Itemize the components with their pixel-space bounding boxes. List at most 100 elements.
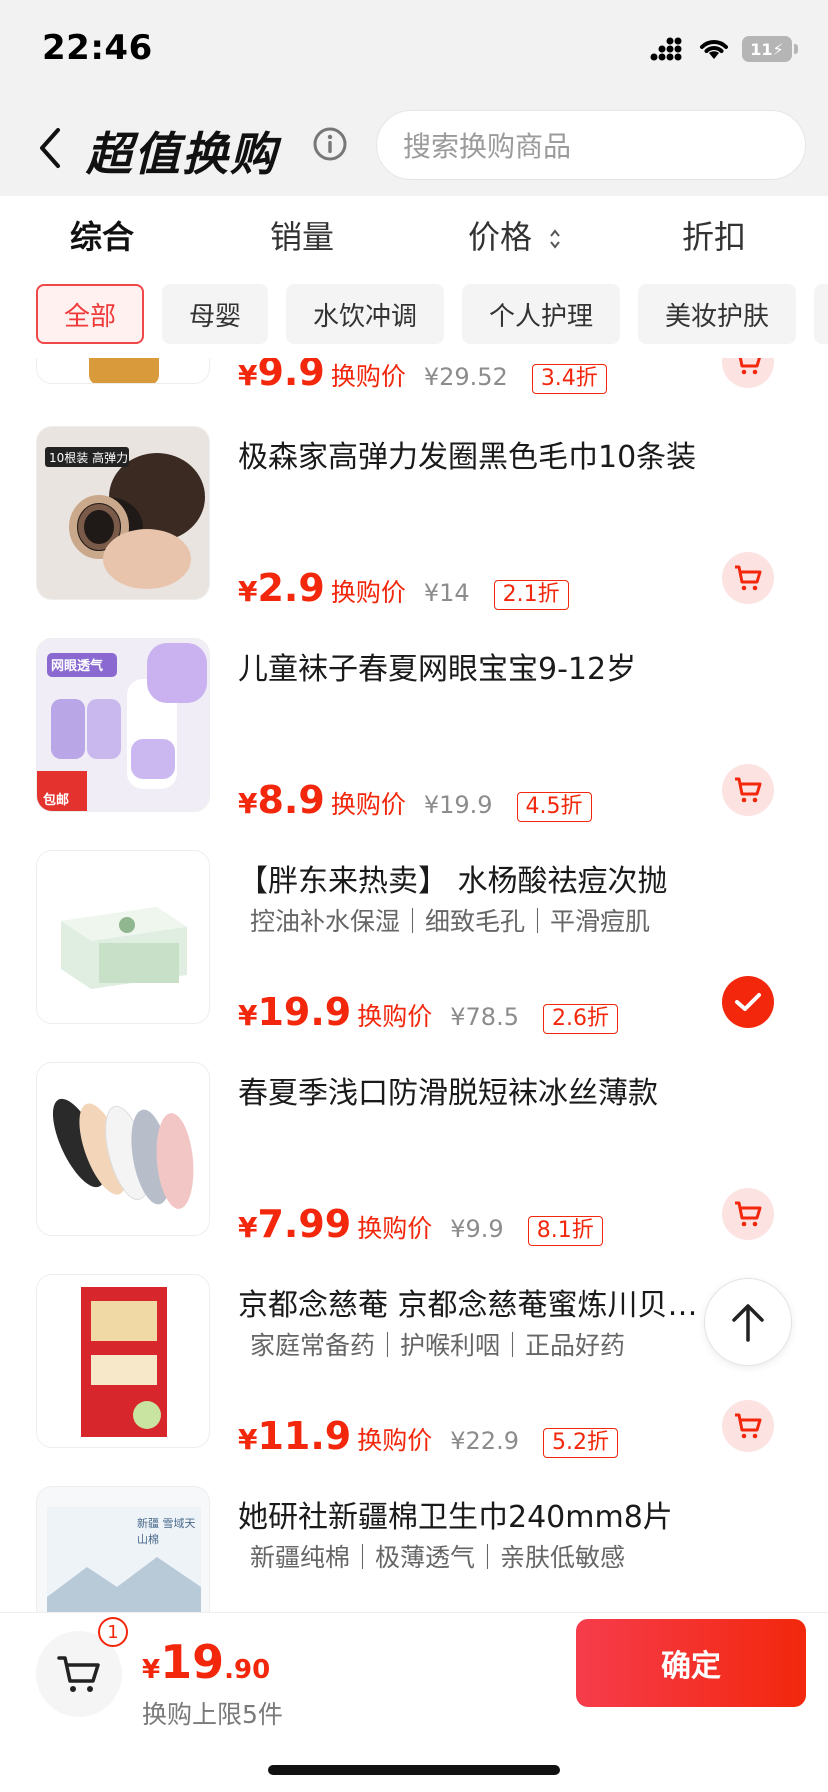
price-row: ¥ 8.9 换购价 ¥19.9 4.5折 xyxy=(238,778,592,822)
product-tags: 控油补水保湿｜细致毛孔｜平滑痘肌 xyxy=(250,907,651,936)
signal-icon xyxy=(650,37,682,61)
original-price: ¥19.9 xyxy=(423,791,493,819)
total-price: ¥ 19 .90 xyxy=(142,1635,270,1689)
price-currency: ¥ xyxy=(238,787,258,820)
price-row: ¥ 2.9 换购价 ¥14 2.1折 xyxy=(238,566,569,610)
exchange-limit-text: 换购上限5件 xyxy=(142,1700,283,1729)
check-icon xyxy=(735,993,761,1011)
status-time: 22:46 xyxy=(42,28,153,68)
chip-all[interactable]: 全部 xyxy=(36,284,144,344)
product-name: 儿童袜子春夏网眼宝宝9-12岁 xyxy=(238,652,637,687)
product-item[interactable]: 10根装 高弹力 极森家高弹力发圈黑色毛巾10条装 ¥ 2.9 换购价 ¥14 … xyxy=(0,426,828,638)
status-icons: 11 ⚡ xyxy=(650,36,798,62)
chip-personal-care[interactable]: 个人护理 xyxy=(462,284,620,344)
product-image-label: 新疆 雪域天山棉 xyxy=(137,1517,196,1546)
price-currency: ¥ xyxy=(238,359,258,392)
price-currency: ¥ xyxy=(238,1211,258,1244)
page-title: 超值换购 xyxy=(86,127,278,181)
product-image xyxy=(36,1062,210,1236)
product-image xyxy=(36,850,210,1024)
product-tags: 新疆纯棉｜极薄透气｜亲肤低敏感 xyxy=(250,1543,626,1572)
product-list: ¥ 9.9 换购价 ¥29.52 3.4折 10根装 高弹力 极森家高弹力发圈黑… xyxy=(0,358,828,1612)
info-icon[interactable] xyxy=(312,126,348,162)
discount-badge: 3.4折 xyxy=(531,364,607,394)
price-currency: ¥ xyxy=(238,1423,258,1456)
price-suffix: 换购价 xyxy=(330,578,406,607)
original-price: ¥78.5 xyxy=(450,1003,519,1031)
price-row: ¥ 7.99 换购价 ¥9.9 8.1折 xyxy=(238,1202,603,1246)
total-decimal: .90 xyxy=(224,1655,271,1685)
product-image: 10根装 高弹力 xyxy=(36,426,210,600)
tab-price[interactable]: 价格 xyxy=(468,212,562,258)
add-to-cart-button[interactable] xyxy=(722,1400,774,1452)
product-item[interactable]: 春夏季浅口防滑脱短袜冰丝薄款 ¥ 7.99 换购价 ¥9.9 8.1折 xyxy=(0,1062,828,1274)
total-integer: 19 xyxy=(160,1635,225,1689)
battery-level: 11 xyxy=(750,39,773,59)
cart-icon xyxy=(735,565,762,591)
product-image-label: 网眼透气 xyxy=(51,659,104,674)
exchange-price: 7.99 xyxy=(257,1202,352,1246)
exchange-price: 11.9 xyxy=(257,1414,352,1458)
price-suffix: 换购价 xyxy=(357,1214,433,1243)
tab-discount[interactable]: 折扣 xyxy=(682,212,746,258)
chip-mother-baby[interactable]: 母婴 xyxy=(162,284,268,344)
discount-badge: 2.1折 xyxy=(493,580,569,610)
discount-badge: 2.6折 xyxy=(542,1004,618,1034)
tab-sales[interactable]: 销量 xyxy=(270,212,334,258)
arrow-up-icon xyxy=(732,1304,764,1342)
product-image: 新疆 雪域天山棉 xyxy=(36,1486,210,1612)
price-suffix: 换购价 xyxy=(330,362,406,391)
product-item[interactable]: 新疆 雪域天山棉 她研社新疆棉卫生巾240mm8片 新疆纯棉｜极薄透气｜亲肤低敏… xyxy=(0,1486,828,1612)
product-name: 春夏季浅口防滑脱短袜冰丝薄款 xyxy=(238,1076,658,1111)
product-name: 极森家高弹力发圈黑色毛巾10条装 xyxy=(238,440,697,475)
product-item-selected[interactable]: 【胖东来热卖】 水杨酸祛痘次抛 控油补水保湿｜细致毛孔｜平滑痘肌 ¥ 19.9 … xyxy=(0,850,828,1062)
add-to-cart-button[interactable] xyxy=(722,1188,774,1240)
original-price: ¥14 xyxy=(423,579,470,607)
discount-badge: 5.2折 xyxy=(542,1428,618,1458)
chip-drinks[interactable]: 水饮冲调 xyxy=(286,284,444,344)
cart-icon xyxy=(735,1201,762,1227)
product-image-badge: 包邮 xyxy=(43,793,70,808)
product-name: 【胖东来热卖】 水杨酸祛痘次抛 xyxy=(238,864,668,899)
tab-price-label: 价格 xyxy=(468,218,533,256)
product-image xyxy=(36,1274,210,1448)
back-button[interactable] xyxy=(36,122,76,174)
cart-icon xyxy=(735,1413,762,1439)
product-item[interactable]: 网眼透气 包邮 儿童袜子春夏网眼宝宝9-12岁 ¥ 8.9 换购价 ¥19.9 … xyxy=(0,638,828,850)
cart-icon xyxy=(57,1656,100,1692)
add-to-cart-button[interactable] xyxy=(722,552,774,604)
header: 超值换购 搜索换购商品 xyxy=(0,100,828,196)
discount-badge: 4.5折 xyxy=(516,792,592,822)
add-to-cart-button[interactable] xyxy=(722,764,774,816)
exchange-price: 9.9 xyxy=(257,358,325,394)
product-item[interactable]: ¥ 9.9 换购价 ¥29.52 3.4折 xyxy=(0,358,828,404)
product-image-label: 10根装 高弹力 xyxy=(49,451,129,465)
category-chips: 全部 母婴 水饮冲调 个人护理 美妆护肤 xyxy=(0,282,828,358)
battery-icon: 11 ⚡ xyxy=(742,36,798,62)
discount-badge: 8.1折 xyxy=(527,1216,603,1246)
original-price: ¥29.52 xyxy=(423,363,508,391)
tab-comprehensive[interactable]: 综合 xyxy=(70,212,134,258)
back-arrow-icon xyxy=(40,128,60,168)
price-row: ¥ 19.9 换购价 ¥78.5 2.6折 xyxy=(238,990,618,1034)
original-price: ¥22.9 xyxy=(450,1427,519,1455)
product-item[interactable]: 京都念慈菴 京都念慈菴蜜炼川贝枇杷膏 家庭常备药｜护喉利咽｜正品好药 ¥ 11.… xyxy=(0,1274,828,1486)
total-currency: ¥ xyxy=(142,1655,161,1685)
cart-icon xyxy=(738,358,761,375)
price-row: ¥ 9.9 换购价 ¥29.52 3.4折 xyxy=(238,358,607,394)
chip-beauty[interactable]: 美妆护肤 xyxy=(638,284,796,344)
price-currency: ¥ xyxy=(238,575,258,608)
product-name: 她研社新疆棉卫生巾240mm8片 xyxy=(238,1500,673,1535)
add-to-cart-button[interactable] xyxy=(722,358,774,388)
back-to-top-button[interactable] xyxy=(704,1278,792,1366)
sort-tabs: 综合 销量 价格 折扣 xyxy=(0,196,828,286)
exchange-price: 8.9 xyxy=(257,778,325,822)
confirm-button[interactable]: 确定 xyxy=(576,1619,806,1707)
price-suffix: 换购价 xyxy=(357,1426,433,1455)
price-suffix: 换购价 xyxy=(330,790,406,819)
selected-check-button[interactable] xyxy=(722,976,774,1028)
search-input[interactable]: 搜索换购商品 xyxy=(376,110,806,180)
chip-more[interactable] xyxy=(814,284,828,344)
product-name: 京都念慈菴 京都念慈菴蜜炼川贝枇杷膏 xyxy=(238,1288,718,1323)
exchange-price: 2.9 xyxy=(257,566,325,610)
